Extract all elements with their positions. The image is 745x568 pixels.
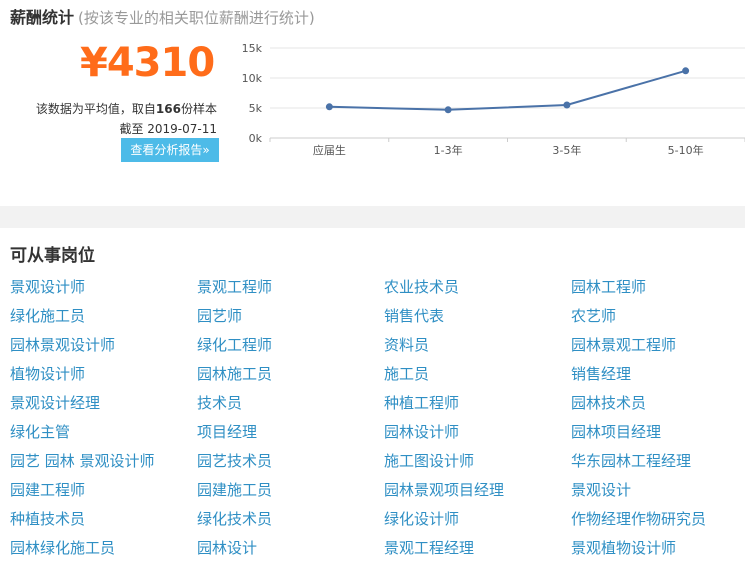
data-point xyxy=(563,101,571,109)
jobs-grid: 景观设计师 景观工程师 农业技术员 园林工程师绿化施工员 园艺师 销售代表 农艺师园林景观设… xyxy=(10,274,745,564)
job-link[interactable]: 景观设计经理 xyxy=(10,390,197,419)
data-point xyxy=(444,106,452,114)
job-link[interactable]: 种植工程师 xyxy=(384,390,571,419)
job-link[interactable]: 绿化施工员 xyxy=(10,303,197,332)
job-link[interactable]: 销售代表 xyxy=(384,303,571,332)
job-link[interactable]: 种植技术员 xyxy=(10,506,197,535)
average-note: 该数据为平均值，取自166份样本 xyxy=(36,100,217,117)
job-link[interactable]: 园林设计师 xyxy=(384,419,571,448)
job-link[interactable]: 施工图设计师 xyxy=(384,448,571,477)
job-link[interactable]: 销售经理 xyxy=(571,361,745,390)
salary-line-chart: 0k 5k 10k 15k 应届生 1-3年 3-5年 5-10年 xyxy=(242,42,745,157)
job-link[interactable]: 景观植物设计师 xyxy=(571,535,745,564)
section-divider xyxy=(0,206,745,228)
note-prefix: 该数据为平均值，取自 xyxy=(35,102,156,116)
average-salary: ¥4310 xyxy=(80,40,215,86)
job-link[interactable]: 植物设计师 xyxy=(10,361,197,390)
job-link[interactable]: 作物经理作物研究员 xyxy=(571,506,745,535)
job-link[interactable]: 资料员 xyxy=(384,332,571,361)
x-tick-label: 1-3年 xyxy=(434,143,463,157)
salary-subtitle: (按该专业的相关职位薪酬进行统计) xyxy=(78,9,315,27)
job-link[interactable]: 园林工程师 xyxy=(571,274,745,303)
job-link[interactable]: 园建施工员 xyxy=(197,477,384,506)
job-link[interactable]: 绿化技术员 xyxy=(197,506,384,535)
jobs-section-title: 可从事岗位 xyxy=(10,246,95,266)
job-link[interactable]: 园艺师 xyxy=(197,303,384,332)
x-tick-label: 应届生 xyxy=(313,143,346,157)
job-link[interactable]: 园艺技术员 xyxy=(197,448,384,477)
x-tick-label: 5-10年 xyxy=(668,143,704,157)
job-link[interactable]: 园林景观项目经理 xyxy=(384,477,571,506)
job-link[interactable]: 项目经理 xyxy=(197,419,384,448)
y-tick-label: 0k xyxy=(249,132,263,145)
cutoff-date: 截至 2019-07-11 xyxy=(119,122,217,136)
sample-count: 166 xyxy=(155,102,181,116)
y-tick-label: 15k xyxy=(242,42,263,55)
job-link[interactable]: 园林设计 xyxy=(197,535,384,564)
x-tick-label: 3-5年 xyxy=(552,143,581,157)
job-link[interactable]: 园艺 园林 景观设计师 xyxy=(10,448,197,477)
salary-title: 薪酬统计 xyxy=(10,8,75,27)
job-link[interactable]: 技术员 xyxy=(197,390,384,419)
job-link[interactable]: 园林项目经理 xyxy=(571,419,745,448)
job-link[interactable]: 景观工程经理 xyxy=(384,535,571,564)
job-link[interactable]: 景观设计 xyxy=(571,477,745,506)
salary-section-title: 薪酬统计 (按该专业的相关职位薪酬进行统计) xyxy=(10,4,315,28)
note-suffix: 份样本 xyxy=(180,102,217,116)
job-link[interactable]: 绿化主管 xyxy=(10,419,197,448)
data-point xyxy=(682,67,690,75)
job-link[interactable]: 园建工程师 xyxy=(10,477,197,506)
view-report-button[interactable]: 查看分析报告» xyxy=(121,138,219,162)
job-link[interactable]: 园林景观工程师 xyxy=(571,332,745,361)
y-tick-label: 5k xyxy=(249,102,263,115)
job-link[interactable]: 园林施工员 xyxy=(197,361,384,390)
job-link[interactable]: 绿化设计师 xyxy=(384,506,571,535)
job-link[interactable]: 园林技术员 xyxy=(571,390,745,419)
job-link[interactable]: 华东园林工程经理 xyxy=(571,448,745,477)
job-link[interactable]: 绿化工程师 xyxy=(197,332,384,361)
job-link[interactable]: 施工员 xyxy=(384,361,571,390)
y-tick-label: 10k xyxy=(242,72,263,85)
job-link[interactable]: 园林绿化施工员 xyxy=(10,535,197,564)
job-link[interactable]: 园林景观设计师 xyxy=(10,332,197,361)
job-link[interactable]: 景观设计师 xyxy=(10,274,197,303)
salary-section: 薪酬统计 (按该专业的相关职位薪酬进行统计) ¥4310 该数据为平均值，取自16… xyxy=(0,0,745,206)
data-point xyxy=(325,103,333,111)
job-link[interactable]: 农业技术员 xyxy=(384,274,571,303)
job-link[interactable]: 景观工程师 xyxy=(197,274,384,303)
series-line xyxy=(329,69,686,111)
job-link[interactable]: 农艺师 xyxy=(571,303,745,332)
